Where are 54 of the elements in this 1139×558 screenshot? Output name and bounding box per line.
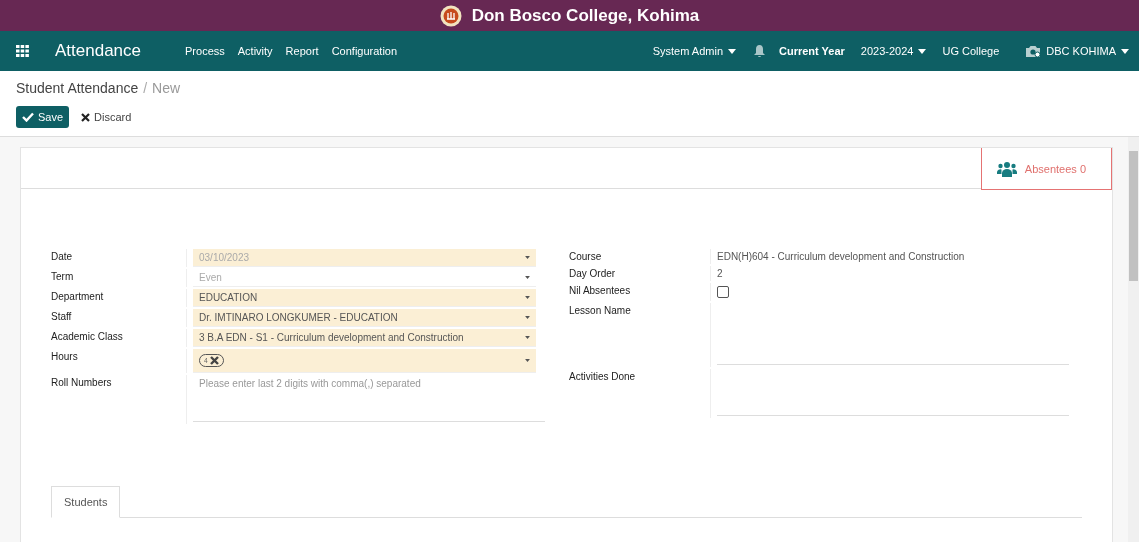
menu-item[interactable]: Report	[285, 45, 319, 57]
remove-icon[interactable]	[209, 356, 219, 365]
caret-icon	[525, 336, 530, 339]
users-icon	[996, 160, 1017, 177]
menu-item[interactable]: Configuration	[331, 45, 398, 57]
college-type[interactable]: UG College	[942, 45, 1000, 57]
caret-icon	[918, 48, 927, 54]
breadcrumb-separator: /	[143, 80, 148, 96]
caret-icon	[525, 276, 530, 279]
user-menu[interactable]: System Admin	[652, 45, 736, 57]
field-label: Lesson Name	[569, 304, 632, 318]
caret-icon	[525, 256, 530, 259]
absentees-label: Absentees 0	[1024, 162, 1086, 175]
caret-icon	[525, 296, 530, 299]
camera-icon	[1025, 45, 1042, 57]
year-label: Current Year	[779, 45, 845, 57]
caret-icon	[525, 359, 530, 362]
dropdown-field[interactable]: Dr. IMTINARO LONGKUMER - EDUCATION	[193, 309, 536, 327]
company-switcher[interactable]: DBC KOHIMA	[1046, 45, 1129, 57]
field-label: Roll Numbers	[51, 376, 113, 390]
year-selector[interactable]: 2023-2024	[860, 45, 927, 57]
field-value: EDN(H)604 - Curriculum development and Construction	[717, 250, 966, 264]
caret-icon	[1121, 48, 1129, 54]
field-label: Date	[51, 250, 74, 264]
menu-item[interactable]: Activity	[237, 45, 273, 57]
field-label: Academic Class	[51, 330, 124, 344]
menu-item[interactable]: Process	[185, 45, 225, 57]
save-button[interactable]: Save	[16, 106, 70, 128]
field-label: Day Order	[569, 267, 617, 281]
field-label: Term	[51, 270, 75, 284]
field-label: Hours	[51, 350, 79, 364]
caret-icon	[728, 48, 736, 54]
field-label: Activities Done	[569, 370, 637, 384]
checkmark-icon	[22, 112, 34, 122]
field-label: Department	[51, 290, 105, 304]
roll-numbers-field[interactable]: Please enter last 2 digits with comma(,) separated	[193, 375, 545, 422]
app-title[interactable]: Attendance	[55, 41, 141, 61]
field-label: Nil Absentees	[569, 284, 632, 298]
apps-menu-icon[interactable]	[16, 45, 29, 57]
close-icon	[81, 112, 91, 122]
dropdown-field[interactable]: 3 B.A EDN - S1 - Curriculum development and Construction	[193, 329, 536, 347]
tab[interactable]: Students	[51, 486, 121, 518]
bell-icon[interactable]	[754, 45, 765, 57]
breadcrumb-current: New	[152, 80, 181, 96]
breadcrumb-link[interactable]: Student Attendance	[16, 80, 139, 96]
field-label: Staff	[51, 310, 73, 324]
discard-button[interactable]: Discard	[81, 106, 132, 128]
college-crest-icon	[439, 4, 462, 27]
caret-icon	[525, 316, 530, 319]
field-label: Course	[569, 250, 603, 264]
dropdown-field[interactable]: EDUCATION	[193, 289, 536, 307]
field-value: 2	[717, 267, 724, 281]
checkbox[interactable]	[717, 286, 729, 298]
college-title: Don Bosco College, Kohima	[471, 5, 700, 26]
